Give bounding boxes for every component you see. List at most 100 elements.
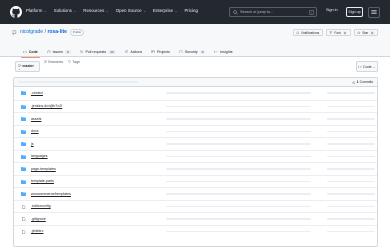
visibility-badge: Public bbox=[70, 29, 84, 36]
global-nav: Platform⌄ Solutions⌄ Resources⌄ Open Sou… bbox=[26, 8, 205, 13]
chevron-down-icon: ⌄ bbox=[143, 9, 146, 13]
commit-message-placeholder bbox=[166, 231, 311, 232]
nav-resources[interactable]: Resources⌄ bbox=[83, 8, 108, 13]
commit-date-placeholder bbox=[327, 106, 375, 107]
sign-in-link[interactable]: Sign in bbox=[326, 8, 338, 12]
file-row[interactable]: .jenkins.d/ci@b7c2f bbox=[14, 100, 377, 113]
tab-insights[interactable]: Insights bbox=[213, 46, 233, 57]
file-row[interactable]: .gitignore bbox=[14, 212, 377, 225]
branch-icon bbox=[44, 60, 47, 63]
fork-count: 0 bbox=[343, 31, 348, 35]
file-name-link[interactable]: template-parts bbox=[31, 179, 54, 183]
play-icon bbox=[125, 50, 129, 54]
commit-date-placeholder bbox=[327, 131, 375, 132]
file-icon bbox=[21, 230, 26, 234]
commit-date-placeholder bbox=[327, 118, 375, 119]
file-name-link[interactable]: assets bbox=[31, 117, 41, 121]
nav-open-source[interactable]: Open Source⌄ bbox=[116, 8, 146, 13]
commit-message-placeholder bbox=[166, 131, 311, 132]
folder-icon bbox=[21, 91, 26, 95]
chevron-down-icon: ⌄ bbox=[175, 9, 178, 13]
file-row[interactable]: woocommerce/templates bbox=[14, 187, 377, 200]
branch-name: master bbox=[22, 63, 33, 67]
tab-pull-requests[interactable]: Pull requests 14 bbox=[79, 46, 117, 57]
nav-solutions[interactable]: Solutions⌄ bbox=[54, 8, 77, 13]
search-input[interactable]: Search or jump to... / bbox=[229, 7, 317, 17]
file-row[interactable]: .editorconfig bbox=[14, 200, 377, 213]
repo-owner-link[interactable]: nicolgrade bbox=[20, 29, 43, 35]
branch-selector[interactable]: master⌄ bbox=[15, 61, 40, 72]
file-name-link[interactable]: woocommerce/templates bbox=[31, 192, 71, 196]
chevron-down-icon: ⌄ bbox=[73, 9, 76, 13]
tag-icon bbox=[68, 60, 71, 63]
file-name-link[interactable]: .circleci bbox=[31, 91, 43, 95]
file-list: .circleci .jenkins.d/ci@b7c2f assets docs js… bbox=[14, 87, 377, 237]
file-row[interactable]: .jshintrc bbox=[14, 225, 377, 238]
commit-date-placeholder bbox=[327, 206, 375, 207]
repo-actions: Notifications Fork 0 Star 0 bbox=[290, 29, 378, 36]
file-name-link[interactable]: page-templates bbox=[31, 167, 56, 171]
sign-up-button[interactable]: Sign up bbox=[346, 7, 363, 17]
code-dropdown-button[interactable]: Code ⌄ bbox=[356, 61, 378, 72]
file-name-link[interactable]: .jshintrc bbox=[31, 229, 43, 233]
commit-date-placeholder bbox=[327, 218, 375, 219]
code-icon bbox=[23, 50, 27, 54]
search-placeholder: Search or jump to... bbox=[240, 10, 273, 14]
folder-icon bbox=[21, 105, 26, 109]
file-row[interactable]: assets bbox=[14, 112, 377, 125]
chevron-down-icon: ⌄ bbox=[373, 65, 376, 69]
notifications-button[interactable]: Notifications bbox=[293, 29, 323, 36]
file-name-link[interactable]: js bbox=[31, 142, 34, 146]
folder-icon bbox=[21, 192, 26, 196]
star-button[interactable]: Star 0 bbox=[354, 29, 378, 36]
file-row[interactable]: .circleci bbox=[14, 87, 377, 100]
commit-date-placeholder bbox=[327, 181, 375, 182]
file-name-link[interactable]: languages bbox=[31, 154, 48, 158]
tab-actions[interactable]: Actions bbox=[124, 46, 144, 57]
shield-icon bbox=[179, 50, 183, 54]
github-logo-icon[interactable] bbox=[10, 6, 22, 18]
repo-path-separator: / bbox=[45, 29, 46, 35]
commit-message-placeholder bbox=[166, 168, 311, 169]
commit-message-placeholder bbox=[166, 181, 311, 182]
nav-platform[interactable]: Platform⌄ bbox=[26, 8, 47, 13]
search-icon bbox=[233, 10, 238, 15]
repo-name-link[interactable]: rosa-lite bbox=[47, 29, 66, 35]
pull-request-icon bbox=[80, 50, 84, 54]
file-row[interactable]: page-templates bbox=[14, 162, 377, 175]
tab-security[interactable]: Security 0 bbox=[178, 46, 206, 57]
folder-icon bbox=[21, 180, 26, 184]
fork-button[interactable]: Fork 0 bbox=[326, 29, 351, 36]
commit-message-placeholder bbox=[166, 193, 311, 194]
folder-icon bbox=[21, 130, 26, 134]
file-row[interactable]: docs bbox=[14, 125, 377, 138]
file-name-link[interactable]: .editorconfig bbox=[31, 204, 51, 208]
code-icon bbox=[358, 65, 362, 69]
file-name-link[interactable]: docs bbox=[31, 129, 39, 133]
file-name-link[interactable]: .jenkins.d/ci@b7c2f bbox=[31, 104, 62, 108]
nav-enterprise[interactable]: Enterprise⌄ bbox=[153, 8, 177, 13]
nav-pricing[interactable]: Pricing bbox=[185, 8, 198, 13]
repo-header: nicolgrade / rosa-lite Public Notificati… bbox=[0, 24, 390, 57]
latest-commit-row: 1 Commits bbox=[14, 78, 377, 87]
history-icon bbox=[352, 81, 356, 85]
tags-link[interactable]: Tags bbox=[68, 60, 80, 64]
branches-link[interactable]: Branches bbox=[44, 60, 63, 64]
branch-bar: master⌄ Branches Tags Code ⌄ bbox=[0, 57, 390, 77]
commit-date-placeholder bbox=[327, 193, 375, 194]
loading-placeholder bbox=[18, 81, 138, 83]
chevron-down-icon: ⌄ bbox=[18, 67, 21, 71]
star-count: 0 bbox=[370, 31, 375, 35]
commits-link[interactable]: 1 Commits bbox=[352, 80, 373, 84]
commit-message-placeholder bbox=[166, 106, 311, 107]
file-name-link[interactable]: .gitignore bbox=[31, 217, 46, 221]
chevron-down-icon: ⌄ bbox=[44, 9, 47, 13]
menu-button[interactable] bbox=[368, 7, 380, 18]
tab-code[interactable]: Code bbox=[22, 46, 39, 57]
file-row[interactable]: js bbox=[14, 137, 377, 150]
tab-issues[interactable]: Issues 2 bbox=[46, 46, 72, 57]
file-row[interactable]: languages bbox=[14, 150, 377, 163]
file-row[interactable]: template-parts bbox=[14, 175, 377, 188]
folder-icon bbox=[21, 167, 26, 171]
tab-projects[interactable]: Projects bbox=[150, 46, 171, 57]
